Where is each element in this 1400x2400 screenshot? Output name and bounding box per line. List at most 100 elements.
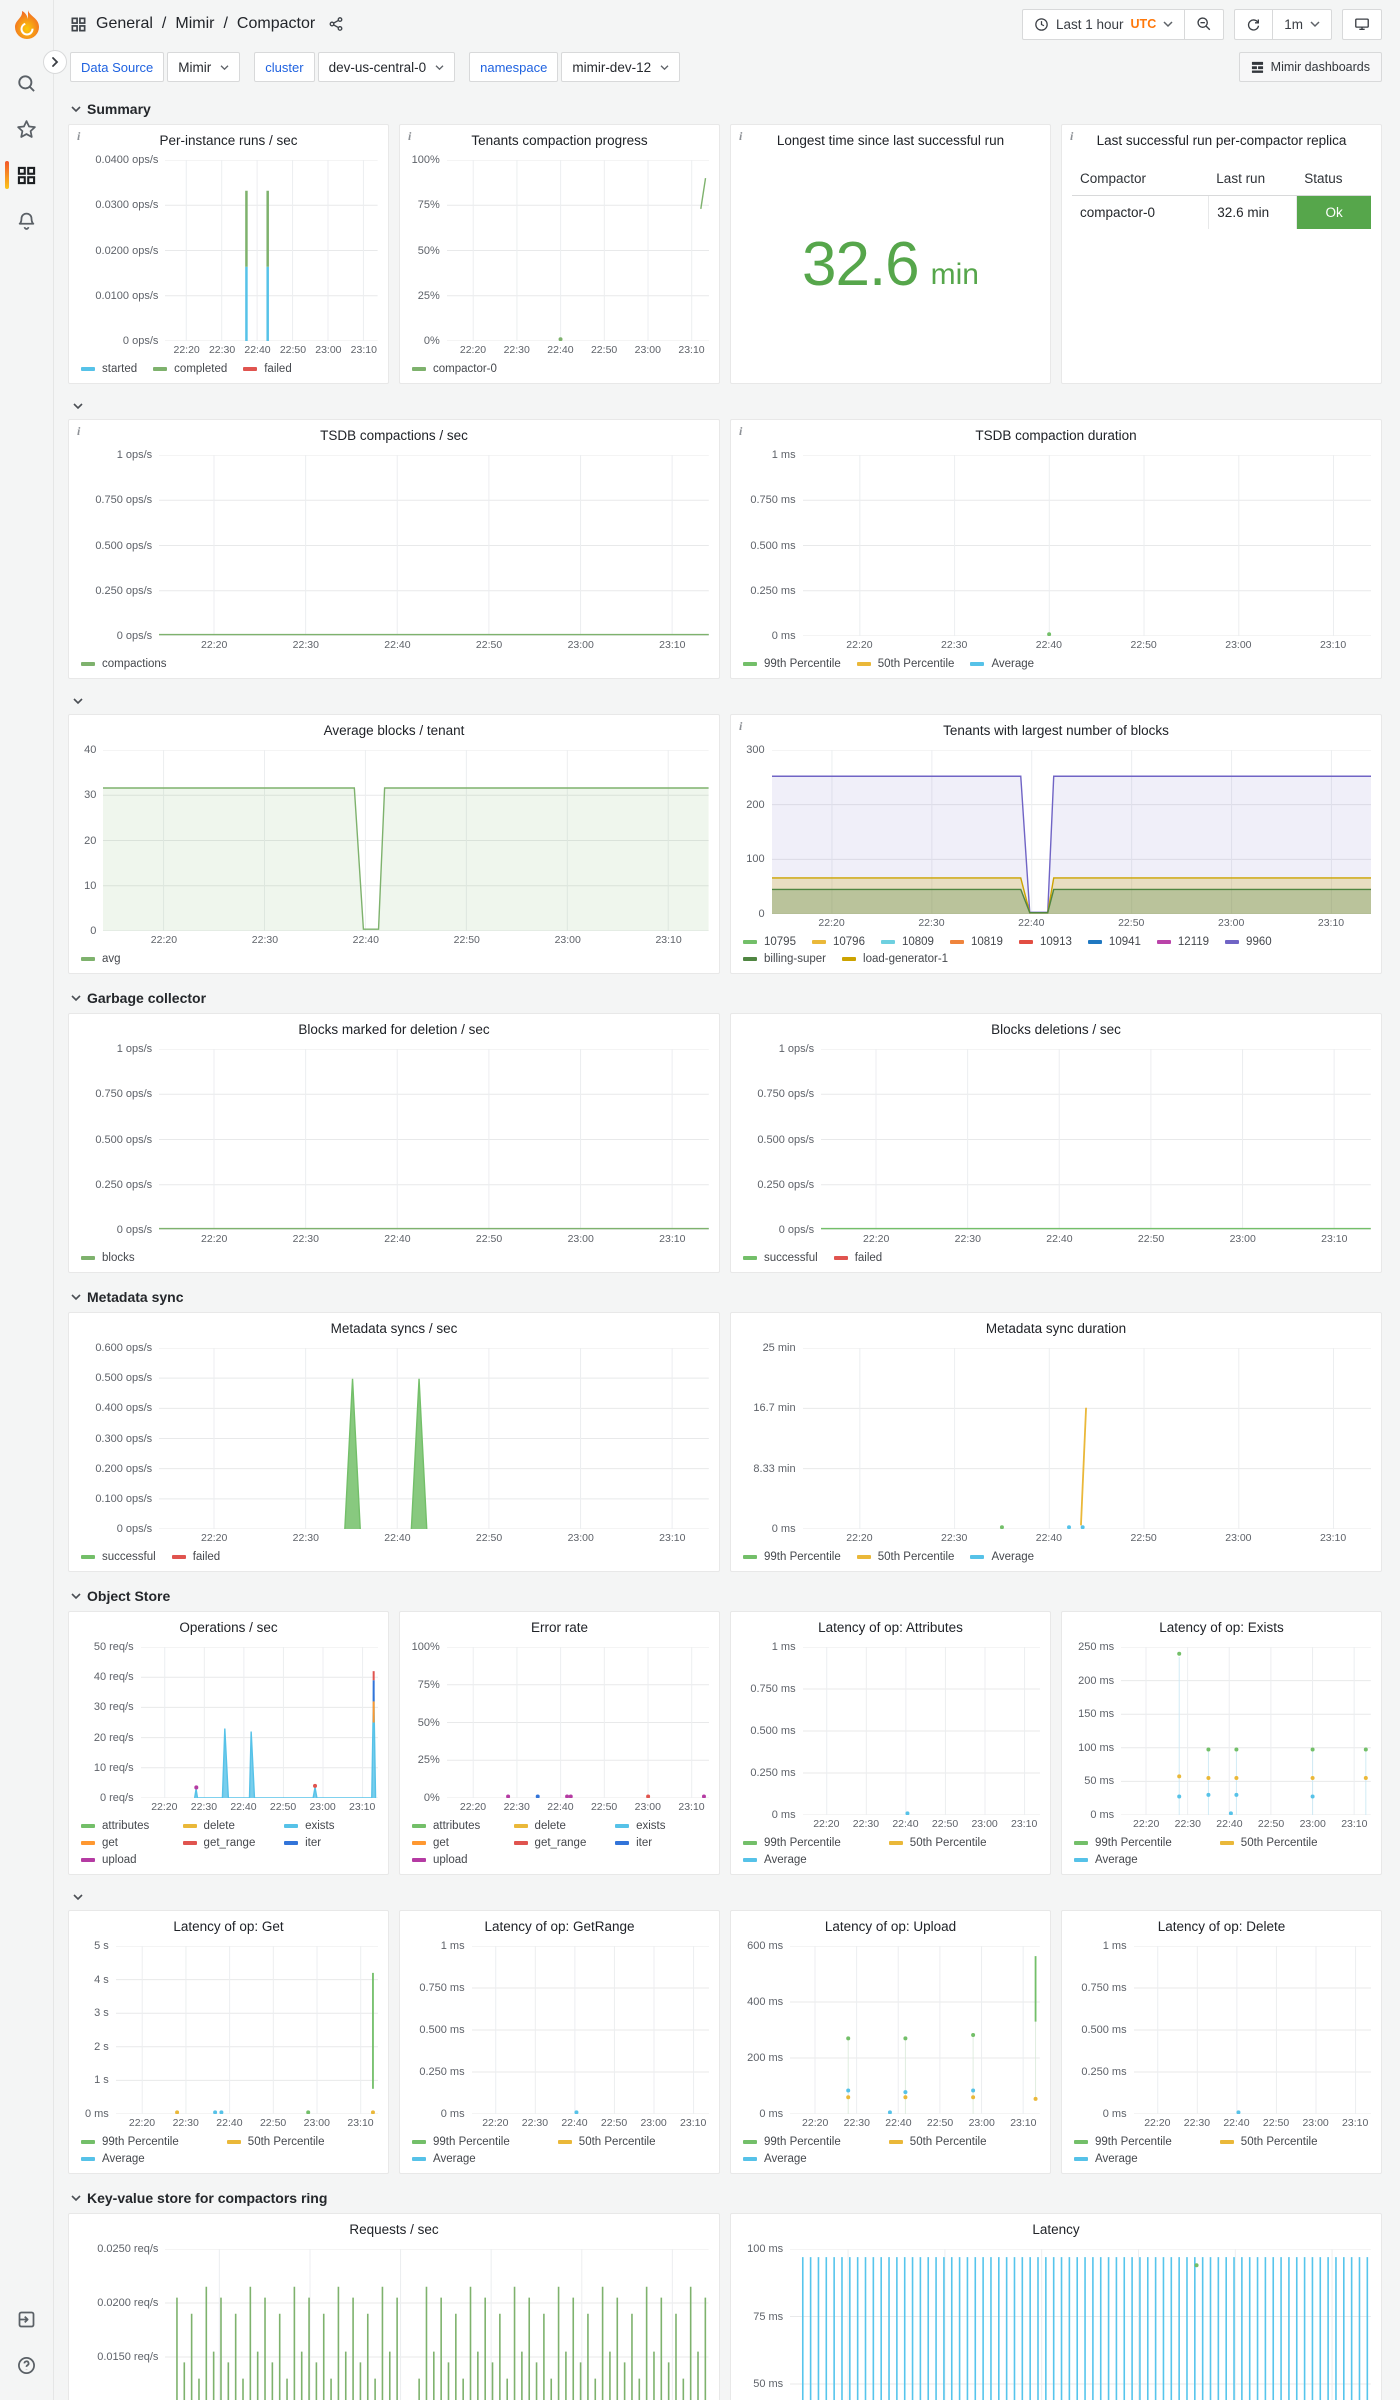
panel-title[interactable]: Longest time since last successful run — [741, 130, 1040, 152]
panel-title[interactable]: Per-instance runs / sec — [79, 130, 378, 152]
time-range-picker[interactable]: Last 1 hour UTC — [1023, 10, 1184, 39]
panel-title[interactable]: Metadata sync duration — [741, 1318, 1371, 1340]
legend-item[interactable]: failed — [243, 361, 292, 377]
sidebar-item-dashboards[interactable] — [0, 152, 54, 198]
legend-item[interactable]: 10795 — [743, 934, 796, 950]
plot-area[interactable] — [1121, 1647, 1371, 1815]
panel-title[interactable]: Latency of op: Get — [79, 1916, 378, 1938]
panel-title[interactable]: Tenants compaction progress — [410, 130, 709, 152]
legend-item[interactable]: attributes — [81, 1818, 167, 1834]
legend-item[interactable]: Average — [1074, 1852, 1204, 1868]
cycle-view-mode-button[interactable] — [1343, 10, 1381, 39]
legend-item[interactable]: get_range — [513, 1835, 600, 1851]
panel-title[interactable]: Metadata syncs / sec — [79, 1318, 709, 1340]
legend-item[interactable]: delete — [513, 1818, 600, 1834]
plot-area[interactable] — [165, 2249, 709, 2400]
panel-title[interactable]: Latency of op: Attributes — [741, 1617, 1040, 1639]
panel-title[interactable]: Last successful run per-compactor replic… — [1072, 130, 1371, 152]
sidebar-item-starred[interactable] — [0, 106, 54, 152]
legend-item[interactable]: Average — [743, 2151, 873, 2167]
row-toggle-collapsed-1[interactable] — [68, 393, 1382, 419]
panel-title[interactable]: Tenants with largest number of blocks — [741, 720, 1371, 742]
legend-item[interactable]: load-generator-1 — [842, 951, 948, 967]
legend-item[interactable]: 99th Percentile — [1074, 2134, 1204, 2150]
legend-item[interactable]: iter — [284, 1835, 370, 1851]
legend-item[interactable]: billing-super — [743, 951, 826, 967]
variable-namespace-select[interactable]: mimir-dev-12 — [561, 52, 681, 82]
panel-title[interactable]: Error rate — [410, 1617, 709, 1639]
legend-item[interactable]: 99th Percentile — [743, 656, 841, 672]
legend-item[interactable]: get — [412, 1835, 498, 1851]
legend-item[interactable]: 50th Percentile — [888, 2134, 1019, 2150]
panel-title[interactable]: Latency of op: Exists — [1072, 1617, 1371, 1639]
plot-area[interactable] — [447, 1647, 709, 1798]
panel-title[interactable]: Requests / sec — [79, 2219, 709, 2241]
row-header-garbage-collector[interactable]: Garbage collector — [68, 983, 1382, 1013]
legend-item[interactable]: successful — [743, 1250, 818, 1266]
legend-item[interactable]: 10913 — [1018, 934, 1072, 950]
panel-title[interactable]: Blocks marked for deletion / sec — [79, 1019, 709, 1041]
plot-area[interactable] — [803, 455, 1371, 636]
plot-area[interactable] — [1134, 1946, 1371, 2114]
panel-title[interactable]: Blocks deletions / sec — [741, 1019, 1371, 1041]
legend-item[interactable]: delete — [182, 1818, 269, 1834]
legend-item[interactable]: Average — [970, 656, 1034, 672]
row-header-summary[interactable]: Summary — [68, 94, 1382, 124]
legend-item[interactable]: get_range — [182, 1835, 269, 1851]
plot-area[interactable] — [159, 1049, 709, 1230]
panel-title[interactable]: TSDB compactions / sec — [79, 425, 709, 447]
variable-datasource-select[interactable]: Mimir — [167, 52, 241, 82]
legend-item[interactable]: blocks — [81, 1250, 135, 1266]
breadcrumb-app[interactable]: Mimir — [175, 15, 214, 33]
panel-info-icon[interactable]: i — [739, 719, 742, 734]
legend-item[interactable]: 50th Percentile — [856, 656, 954, 672]
panel-title[interactable]: Latency — [741, 2219, 1371, 2241]
legend-item[interactable]: get — [81, 1835, 167, 1851]
row-header-metadata-sync[interactable]: Metadata sync — [68, 1282, 1382, 1312]
row-toggle-collapsed-2[interactable] — [68, 688, 1382, 714]
panel-info-icon[interactable]: i — [739, 424, 742, 439]
mimir-dashboards-button[interactable]: Mimir dashboards — [1238, 52, 1382, 82]
panel-info-icon[interactable]: i — [77, 129, 80, 144]
legend-item[interactable]: 99th Percentile — [1074, 1835, 1204, 1851]
legend-item[interactable]: 99th Percentile — [743, 1549, 841, 1565]
panel-info-icon[interactable]: i — [1070, 129, 1073, 144]
sidebar-item-sign-in[interactable] — [0, 2296, 54, 2342]
plot-area[interactable] — [821, 1049, 1371, 1230]
legend-item[interactable]: Average — [970, 1549, 1034, 1565]
legend-item[interactable]: started — [81, 361, 137, 377]
row-header-object-store[interactable]: Object Store — [68, 1581, 1382, 1611]
breadcrumb-page[interactable]: Compactor — [237, 15, 315, 33]
legend-item[interactable]: avg — [81, 951, 121, 967]
plot-area[interactable] — [790, 2249, 1371, 2400]
share-icon[interactable] — [328, 16, 344, 32]
legend-item[interactable]: completed — [153, 361, 227, 377]
legend-item[interactable]: 99th Percentile — [412, 2134, 542, 2150]
panel-info-icon[interactable]: i — [408, 129, 411, 144]
legend-item[interactable]: 99th Percentile — [743, 2134, 873, 2150]
panel-info-icon[interactable]: i — [77, 424, 80, 439]
legend-item[interactable]: 9960 — [1225, 934, 1272, 950]
legend-item[interactable]: 12119 — [1156, 934, 1209, 950]
legend-item[interactable]: 50th Percentile — [557, 2134, 688, 2150]
plot-area[interactable] — [803, 1647, 1040, 1815]
legend-item[interactable]: upload — [412, 1852, 498, 1868]
panel-title[interactable]: TSDB compaction duration — [741, 425, 1371, 447]
legend-item[interactable]: 10809 — [880, 934, 934, 950]
panel-info-icon[interactable]: i — [739, 129, 742, 144]
plot-area[interactable] — [472, 1946, 709, 2114]
plot-area[interactable] — [116, 1946, 378, 2114]
zoom-out-time-button[interactable] — [1184, 9, 1223, 39]
plot-area[interactable] — [141, 1647, 378, 1798]
legend-item[interactable]: attributes — [412, 1818, 498, 1834]
row-toggle-collapsed-3[interactable] — [68, 1884, 1382, 1910]
legend-item[interactable]: 50th Percentile — [856, 1549, 954, 1565]
breadcrumb-folder[interactable]: General — [96, 15, 153, 33]
legend-item[interactable]: compactions — [81, 656, 167, 672]
table-header-cell[interactable]: Status — [1296, 162, 1371, 195]
legend-item[interactable]: failed — [833, 1250, 882, 1266]
legend-item[interactable]: exists — [284, 1818, 370, 1834]
sidebar-item-help[interactable] — [0, 2342, 54, 2388]
sidebar-expand-button[interactable] — [43, 50, 67, 74]
legend-item[interactable]: 99th Percentile — [743, 1835, 873, 1851]
